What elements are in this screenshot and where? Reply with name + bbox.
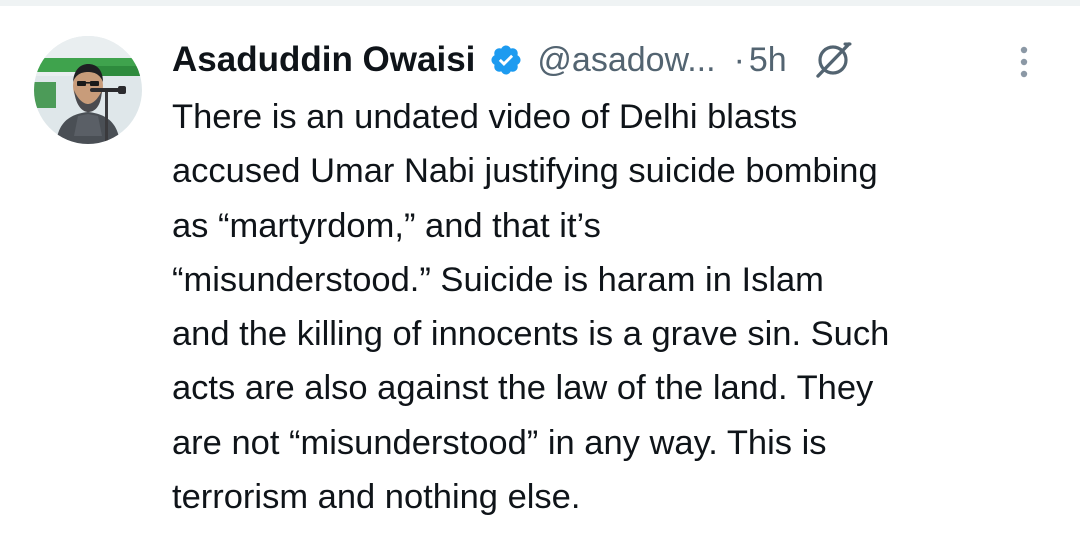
grok-icon[interactable] [811,38,855,82]
profile-photo [34,36,142,144]
tweet-text-line: and the killing of innocents is a grave … [172,315,890,354]
avatar[interactable] [34,36,142,144]
author-display-name[interactable]: Asaduddin Owaisi [172,40,475,80]
tweet-text-line: “misunderstood.” Suicide is haram in Isl… [172,260,824,299]
tweet-text-line: terrorism and nothing else. [172,478,581,517]
tweet-timestamp[interactable]: 5h [749,41,787,80]
separator-dot: · [733,40,745,79]
tweet-text: There is an undated video of Delhi blast… [172,90,1052,524]
verified-badge-icon [489,43,523,77]
tweet-text-line: There is an undated video of Delhi blast… [172,98,798,136]
tweet-text-line: are not “misunderstood” in any way. This… [172,423,827,462]
tweet-text-line: acts are also against the law of the lan… [172,369,874,408]
author-handle[interactable]: @asadow... [537,41,715,80]
tweet-text-line: as “martyrdom,” and that it’s [172,206,601,245]
more-options-icon[interactable] [1016,44,1032,84]
tweet-text-line: accused Umar Nabi justifying suicide bom… [172,152,878,191]
tweet-header: Asaduddin Owaisi @asadow... · 5h [172,34,855,86]
tweet-card[interactable]: Asaduddin Owaisi @asadow... · 5h There i… [0,6,1080,548]
